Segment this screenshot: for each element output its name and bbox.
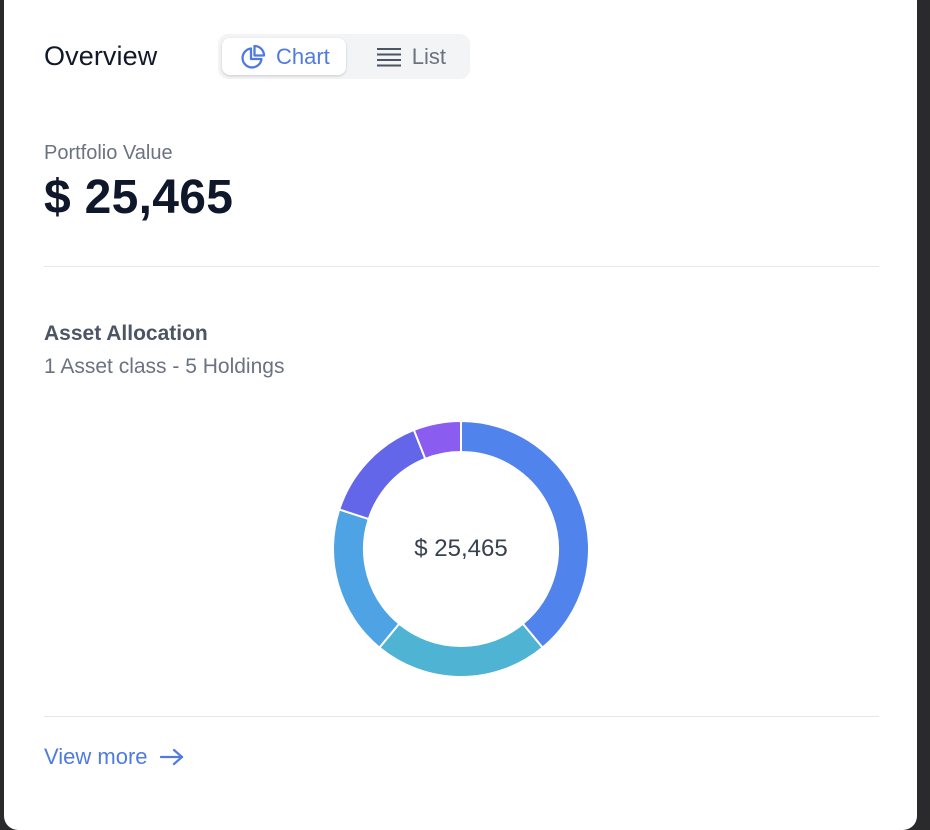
divider [44, 266, 879, 267]
portfolio-value: $ 25,465 [44, 171, 234, 224]
overview-card: Overview Chart List Portfolio Value $ 25… [4, 0, 917, 830]
divider [44, 716, 879, 717]
allocation-donut-chart: $ 25,465 [330, 418, 592, 680]
list-view-label: List [411, 43, 447, 69]
asset-allocation-subtitle: 1 Asset class - 5 Holdings [44, 355, 285, 378]
chart-view-label: Chart [276, 43, 330, 69]
list-view-button[interactable]: List [346, 34, 466, 79]
list-icon [376, 46, 402, 68]
card-header: Overview Chart List [44, 34, 471, 79]
page-title: Overview [44, 41, 158, 71]
view-more-link[interactable]: View more [44, 744, 184, 770]
pie-chart-icon [240, 44, 266, 70]
asset-allocation-title: Asset Allocation [44, 322, 208, 345]
view-more-label: View more [44, 744, 148, 769]
view-toggle: Chart List [218, 34, 471, 79]
chart-view-button[interactable]: Chart [222, 38, 346, 75]
donut-center-value: $ 25,465 [414, 535, 508, 562]
portfolio-value-label: Portfolio Value [44, 142, 173, 164]
arrow-right-icon [159, 748, 184, 766]
